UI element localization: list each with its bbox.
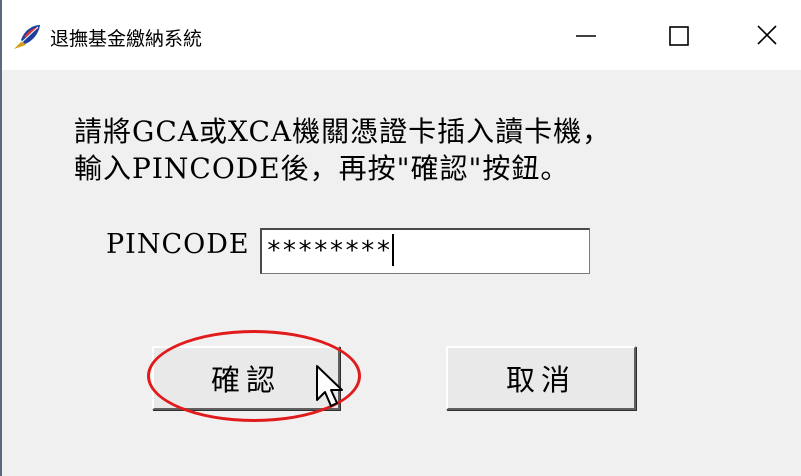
pincode-label: PINCODE [106,229,250,260]
window-title: 退撫基金繳納系統 [50,28,203,50]
maximize-button[interactable] [652,12,708,60]
minimize-icon [576,35,596,37]
instruction-text: 請將GCA或XCA機關憑證卡插入讀卡機， 輸入PINCODE後，再按"確認"按鈕… [74,113,611,187]
mouse-pointer-icon [316,365,343,407]
close-icon [757,25,777,45]
instruction-line-1: 請將GCA或XCA機關憑證卡插入讀卡機， [74,115,612,148]
cancel-button[interactable]: 取消 [446,346,636,410]
dialog-window: 退撫基金繳納系統 請將GCA或XCA機關憑證卡插入讀卡機， 輸入PINCODE後… [0,0,801,476]
title-bar: 退撫基金繳納系統 [2,0,801,70]
app-icon [12,23,42,51]
minimize-button[interactable] [556,12,612,60]
pincode-value: ******** [266,236,392,266]
close-button[interactable] [740,12,796,60]
pincode-input[interactable]: ******** [260,228,590,274]
instruction-line-2: 輸入PINCODE後，再按"確認"按鈕。 [74,152,570,185]
text-caret [392,234,395,266]
cancel-button-label: 取消 [505,363,576,397]
maximize-icon [669,26,689,46]
